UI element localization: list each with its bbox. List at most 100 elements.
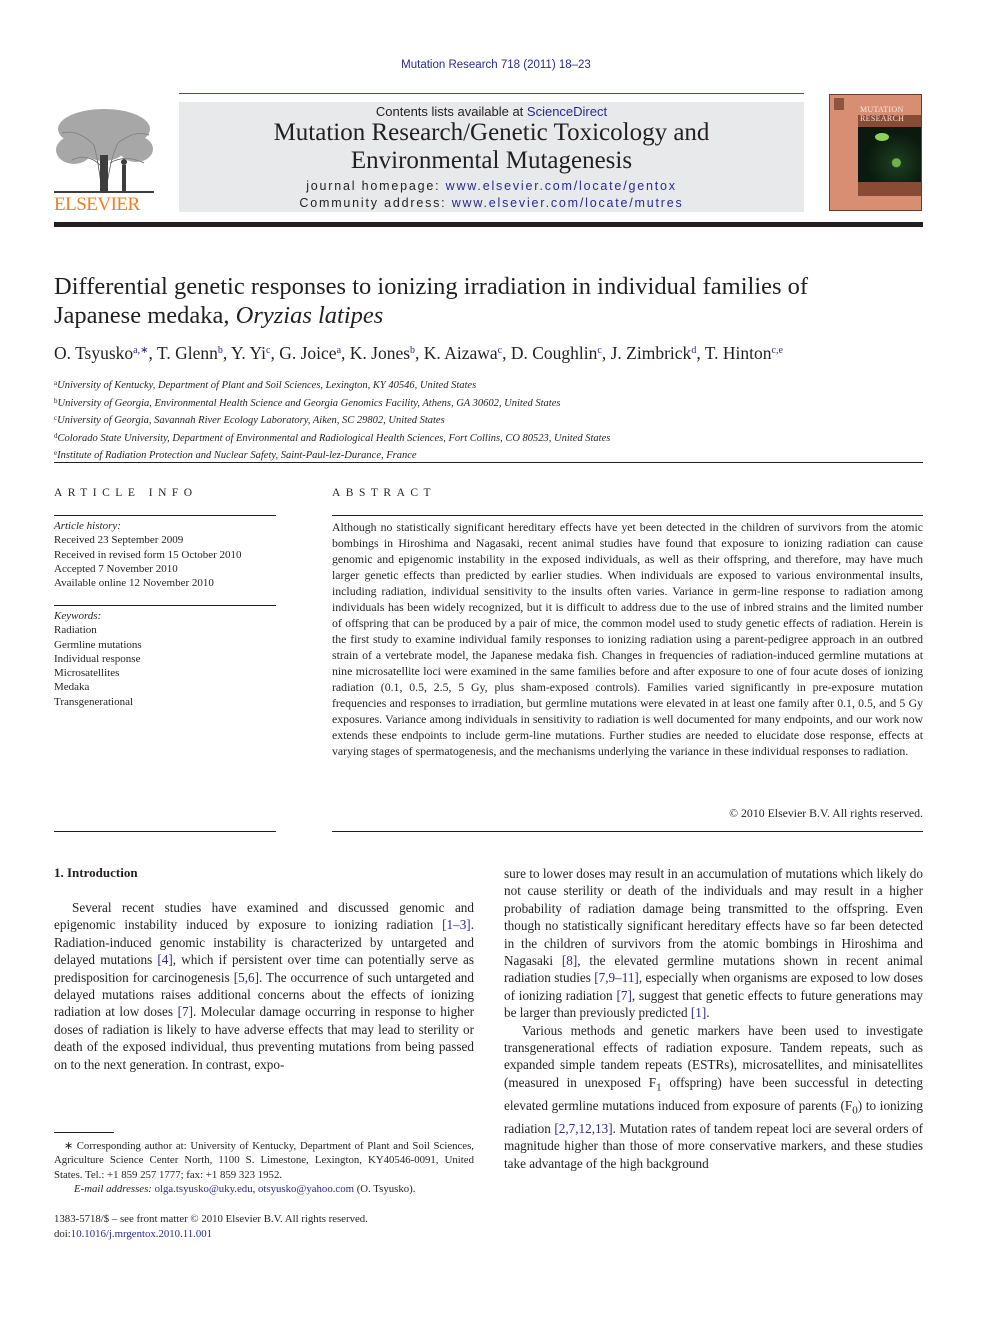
affiliation-marker[interactable]: b [218, 345, 223, 356]
front-matter: 1383-5718/$ – see front matter © 2010 El… [54, 1212, 474, 1241]
affiliation-marker[interactable]: a [337, 345, 341, 356]
author: J. Zimbrickd [611, 343, 697, 363]
cover-micrograph-spot [875, 133, 889, 141]
affiliation-marker[interactable]: c [498, 345, 502, 356]
affiliation: eInstitute of Radiation Protection and N… [54, 446, 934, 464]
affiliation-marker[interactable]: a,∗ [133, 345, 148, 356]
author-name: T. Hinton [704, 343, 772, 363]
journal-title-line2: Environmental Mutagenesis [350, 147, 633, 174]
sciencedirect-link[interactable]: ScienceDirect [527, 104, 607, 119]
keyword: Individual response [54, 652, 141, 665]
email-label: E-mail addresses: [74, 1182, 155, 1195]
article-info-heading: ARTICLE INFO [54, 487, 198, 499]
author-name: D. Coughlin [510, 343, 598, 363]
author-name: T. Glenn [156, 343, 218, 363]
affiliation: bUniversity of Georgia, Environmental He… [54, 394, 934, 412]
footnote-rule [54, 1132, 114, 1133]
citation-link[interactable]: [8] [562, 953, 577, 968]
keyword: Radiation [54, 624, 97, 637]
doi-label: doi: [54, 1227, 71, 1240]
subscript: 1 [656, 1081, 662, 1094]
citation-link[interactable]: [2,7,12,13] [554, 1121, 612, 1136]
contents-prefix: Contents lists available at [375, 104, 527, 119]
corresponding-author-footnote: ∗ Corresponding author at: University of… [54, 1139, 474, 1196]
community-address: Community address: www.elsevier.com/loca… [179, 196, 804, 210]
article-title-line1: Differential genetic responses to ionizi… [54, 273, 809, 300]
affiliation-text: University of Georgia, Environmental Hea… [57, 397, 561, 409]
author-name: K. Jones [349, 343, 411, 363]
history-entry: Received in revised form 15 October 2010 [54, 548, 242, 561]
author: G. Joicea [279, 343, 341, 363]
keywords-list: Radiation Germline mutations Individual re… [54, 623, 284, 709]
citation-link[interactable]: [7] [178, 1004, 193, 1019]
paragraph: Various methods and genetic markers have… [504, 1022, 924, 1171]
author-list: O. Tsyuskoa,∗, T. Glennb, Y. Yic, G. Joi… [54, 343, 783, 363]
article-title-line2: Japanese medaka, Oryzias latipes [54, 301, 924, 330]
header-rule [179, 93, 804, 94]
article-history-label: Article history: [54, 520, 121, 532]
citation-link[interactable]: [7] [616, 988, 631, 1003]
affiliation-marker[interactable]: c,e [772, 345, 783, 356]
journal-title-line1: Mutation Research/Genetic Toxicology and [273, 119, 710, 146]
affiliation-marker[interactable]: c [266, 345, 270, 356]
abstract-heading: ABSTRACT [332, 487, 437, 499]
abstract-text: Although no statistically significant he… [332, 520, 923, 758]
abstract-copyright: © 2010 Elsevier B.V. All rights reserved… [729, 806, 923, 820]
affiliation-marker[interactable]: c [597, 345, 601, 356]
citation-link[interactable]: [1–3] [442, 917, 471, 932]
keyword: Microsatellites [54, 667, 120, 680]
citation-link[interactable]: [5,6] [234, 970, 259, 985]
affiliation: dColorado State University, Department o… [54, 429, 934, 447]
paragraph: Several recent studies have examined and… [54, 900, 474, 1072]
affiliation-list: aUniversity of Kentucky, Department of P… [54, 376, 934, 464]
cover-title-line1: MUTATION [860, 105, 904, 114]
author-name: J. Zimbrick [610, 343, 692, 363]
community-link[interactable]: www.elsevier.com/locate/mutres [452, 196, 684, 210]
author: T. Glennb [157, 343, 223, 363]
doi-line: doi:10.1016/j.mrgentox.2010.11.001 [54, 1227, 474, 1242]
homepage-link[interactable]: www.elsevier.com/locate/gentox [446, 179, 677, 193]
elsevier-wordmark: ELSEVIER [54, 194, 140, 215]
citation-link[interactable]: [4] [157, 952, 172, 967]
email-link-2[interactable]: otsyusko@yahoo.com [258, 1183, 354, 1195]
species-name: Oryzias latipes [235, 302, 384, 329]
affiliations-rule [54, 462, 923, 463]
email-link-1[interactable]: olga.tsyusko@uky.edu [155, 1183, 253, 1195]
citation-link[interactable]: [1] [691, 1005, 706, 1020]
history-entry: Available online 12 November 2010 [54, 577, 214, 590]
author-name: Y. Yi [230, 343, 266, 363]
email-owner: (O. Tsyusko). [354, 1182, 416, 1195]
abstract-rule [332, 515, 923, 516]
body-column-left: Several recent studies have examined and… [54, 899, 474, 1073]
article-info-bottom-rule [54, 831, 276, 832]
history-entry: Accepted 7 November 2010 [54, 562, 178, 575]
affiliation-text: Institute of Radiation Protection and Nu… [57, 450, 417, 461]
cover-title: MUTATION RESEARCH [860, 105, 921, 123]
affiliation-marker[interactable]: b [410, 345, 415, 356]
doi-link[interactable]: 10.1016/j.mrgentox.2010.11.001 [71, 1228, 212, 1240]
citation-link[interactable]: [7,9–11] [594, 970, 639, 985]
affiliation-marker[interactable]: d [691, 345, 696, 356]
keyword: Germline mutations [54, 638, 142, 651]
author: K. Jonesb [350, 343, 415, 363]
title-plain: Japanese medaka, [54, 302, 236, 329]
paragraph: sure to lower doses may result in an acc… [504, 866, 923, 1021]
keywords-label: Keywords: [54, 610, 102, 622]
affiliation: aUniversity of Kentucky, Department of P… [54, 376, 934, 394]
body-column-right: sure to lower doses may result in an acc… [504, 865, 923, 1172]
author: K. Aizawac [424, 343, 502, 363]
affiliation-text: University of Georgia, Savannah River Ec… [57, 415, 445, 426]
subscript: 0 [852, 1104, 858, 1117]
history-entry: Received 23 September 2009 [54, 534, 184, 547]
corresponding-author-text: ∗ Corresponding author at: University of… [54, 1140, 474, 1181]
journal-title: Mutation Research/Genetic Toxicology and… [179, 119, 804, 175]
journal-cover-image[interactable]: MUTATION RESEARCH [829, 94, 922, 211]
header-thick-rule [54, 222, 923, 227]
abstract-bottom-rule [332, 831, 923, 832]
journal-citation[interactable]: Mutation Research 718 (2011) 18–23 [0, 59, 992, 71]
email-line: E-mail addresses: olga.tsyusko@uky.edu, … [54, 1182, 474, 1196]
author-name: O. Tsyusko [54, 343, 134, 363]
cover-title-line2: RESEARCH [860, 114, 905, 123]
keywords: Keywords: Radiation Germline mutations Ind… [54, 609, 284, 709]
affiliation-text: Colorado State University, Department of… [57, 432, 611, 444]
